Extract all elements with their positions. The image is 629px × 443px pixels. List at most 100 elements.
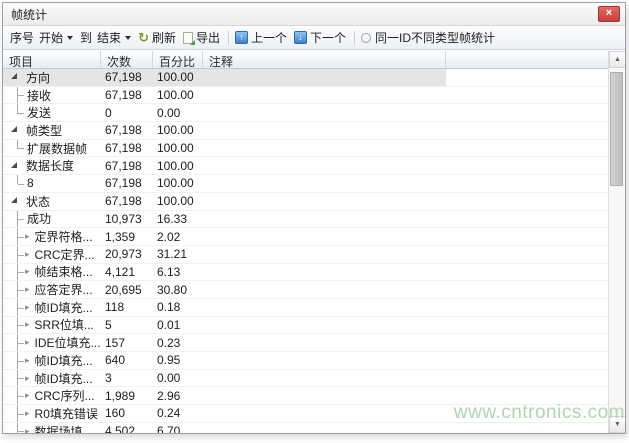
tree-collapsed-icon[interactable]: ▸ [25, 408, 30, 419]
export-button[interactable]: 导出 [183, 29, 220, 46]
item-label: 发送 [27, 104, 51, 121]
item-cell: 扩展数据帧 [3, 140, 101, 157]
table-row[interactable]: 方向67,198100.00 [3, 69, 608, 87]
tree-expanded-icon[interactable] [11, 197, 17, 203]
column-header-count[interactable]: 次数 [101, 51, 153, 68]
title-bar: 帧统计 × [3, 3, 625, 26]
tree-collapsed-icon[interactable]: ▸ [25, 355, 30, 366]
count-cell: 3 [101, 371, 153, 385]
tree-collapsed-icon[interactable]: ▸ [25, 249, 30, 260]
item-cell: ▸CRC定界... [3, 246, 101, 263]
percent-cell: 6.70 [153, 424, 203, 433]
tree-branch-line [11, 370, 25, 387]
chevron-down-icon [125, 36, 131, 40]
end-dropdown[interactable]: 结束 [97, 29, 131, 46]
count-cell: 10,973 [101, 212, 153, 226]
item-label: 扩展数据帧 [27, 140, 87, 157]
tree-collapsed-icon[interactable]: ▸ [25, 337, 30, 348]
scroll-up-button[interactable]: ▲ [609, 51, 626, 68]
percent-cell: 100.00 [153, 123, 203, 137]
next-label: 下一个 [310, 29, 346, 46]
tree-branch-line [11, 246, 25, 263]
same-id-option-label: 同一ID不同类型帧统计 [375, 29, 495, 46]
count-cell: 20,695 [101, 283, 153, 297]
tree-collapsed-icon[interactable]: ▸ [25, 284, 30, 295]
scroll-down-button[interactable]: ▼ [609, 416, 626, 433]
scrollbar-thumb[interactable] [610, 72, 623, 186]
tree-collapsed-icon[interactable]: ▸ [25, 426, 30, 433]
table-row[interactable]: ▸数据场填...4,5026.70 [3, 423, 608, 433]
table-row[interactable]: ▸帧结束格...4,1216.13 [3, 264, 608, 282]
arrow-up-icon: ↑ [235, 31, 248, 44]
table-row[interactable]: 接收67,198100.00 [3, 87, 608, 105]
column-header-note[interactable]: 注释 [203, 51, 446, 68]
tree-branch-line [11, 228, 25, 245]
count-cell: 4,502 [101, 424, 153, 433]
percent-cell: 0.01 [153, 318, 203, 332]
tree-branch-line [11, 175, 25, 192]
count-cell: 1,359 [101, 230, 153, 244]
item-cell: ▸数据场填... [3, 423, 101, 433]
percent-cell: 100.00 [153, 159, 203, 173]
column-header-filler [446, 51, 608, 68]
table-row[interactable]: 发送00.00 [3, 104, 608, 122]
item-label: 8 [27, 176, 34, 190]
tree-collapsed-icon[interactable]: ▸ [25, 302, 30, 313]
table-row[interactable]: 扩展数据帧67,198100.00 [3, 140, 608, 158]
table-row[interactable]: ▸SRR位填...50.01 [3, 317, 608, 335]
same-id-option[interactable]: 同一ID不同类型帧统计 [361, 29, 495, 46]
tree-collapsed-icon[interactable]: ▸ [25, 266, 30, 277]
tree-collapsed-icon[interactable]: ▸ [25, 390, 30, 401]
table-row[interactable]: 数据长度67,198100.00 [3, 157, 608, 175]
table-row[interactable]: ▸应答定界...20,69530.80 [3, 281, 608, 299]
column-header-item[interactable]: 项目 [3, 51, 101, 68]
item-label: CRC序列... [35, 387, 95, 404]
vertical-scrollbar[interactable]: ▲ ▼ [608, 51, 625, 433]
tree-branch-line [11, 405, 25, 422]
count-cell: 4,121 [101, 265, 153, 279]
tree-collapsed-icon[interactable]: ▸ [25, 319, 30, 330]
count-cell: 67,198 [101, 159, 153, 173]
export-icon [183, 32, 193, 44]
toolbar-divider [228, 31, 229, 45]
table-row[interactable]: 帧类型67,198100.00 [3, 122, 608, 140]
table-row[interactable]: ▸R0填充错误1600.24 [3, 405, 608, 423]
tree-expanded-icon[interactable] [11, 73, 17, 79]
count-cell: 67,198 [101, 88, 153, 102]
export-label: 导出 [196, 29, 220, 46]
table-row[interactable]: ▸帧ID填充...30.00 [3, 370, 608, 388]
start-dropdown[interactable]: 开始 [39, 29, 73, 46]
table-row[interactable]: ▸帧ID填充...6400.95 [3, 352, 608, 370]
table-header: 项目 次数 百分比 注释 [3, 51, 608, 69]
table-row[interactable]: 867,198100.00 [3, 175, 608, 193]
table-row[interactable]: ▸CRC序列...1,9892.96 [3, 387, 608, 405]
table-row[interactable]: ▸帧ID填充...1180.18 [3, 299, 608, 317]
item-label: 帧类型 [26, 122, 62, 139]
toolbar: 序号 开始 到 结束 ↻ 刷新 导出 ↑ 上一个 ↓ 下一个 同一 [3, 26, 625, 50]
table-row[interactable]: ▸定界符格...1,3592.02 [3, 228, 608, 246]
item-cell: ▸应答定界... [3, 281, 101, 298]
tree-collapsed-icon[interactable]: ▸ [25, 373, 30, 384]
next-button[interactable]: ↓ 下一个 [294, 29, 346, 46]
tree-branch-line [11, 334, 25, 351]
previous-button[interactable]: ↑ 上一个 [235, 29, 287, 46]
refresh-label: 刷新 [152, 29, 176, 46]
item-label: SRR位填... [35, 317, 94, 334]
count-cell: 67,198 [101, 141, 153, 155]
tree-expanded-icon[interactable] [11, 162, 17, 168]
table-row[interactable]: 成功10,97316.33 [3, 211, 608, 229]
tree-expanded-icon[interactable] [11, 126, 17, 132]
close-button[interactable]: × [598, 6, 620, 22]
column-header-percent[interactable]: 百分比 [153, 51, 203, 68]
refresh-button[interactable]: ↻ 刷新 [138, 29, 176, 46]
item-label: 帧ID填充... [35, 352, 93, 369]
table-row[interactable]: ▸CRC定界...20,97331.21 [3, 246, 608, 264]
tree-collapsed-icon[interactable]: ▸ [25, 231, 30, 242]
item-cell: 方向 [3, 69, 101, 86]
item-label: 帧ID填充... [35, 299, 93, 316]
item-label: 方向 [26, 69, 50, 86]
count-cell: 157 [101, 336, 153, 350]
tree-branch-line [11, 387, 25, 404]
table-row[interactable]: 状态67,198100.00 [3, 193, 608, 211]
table-row[interactable]: ▸IDE位填充...1570.23 [3, 334, 608, 352]
